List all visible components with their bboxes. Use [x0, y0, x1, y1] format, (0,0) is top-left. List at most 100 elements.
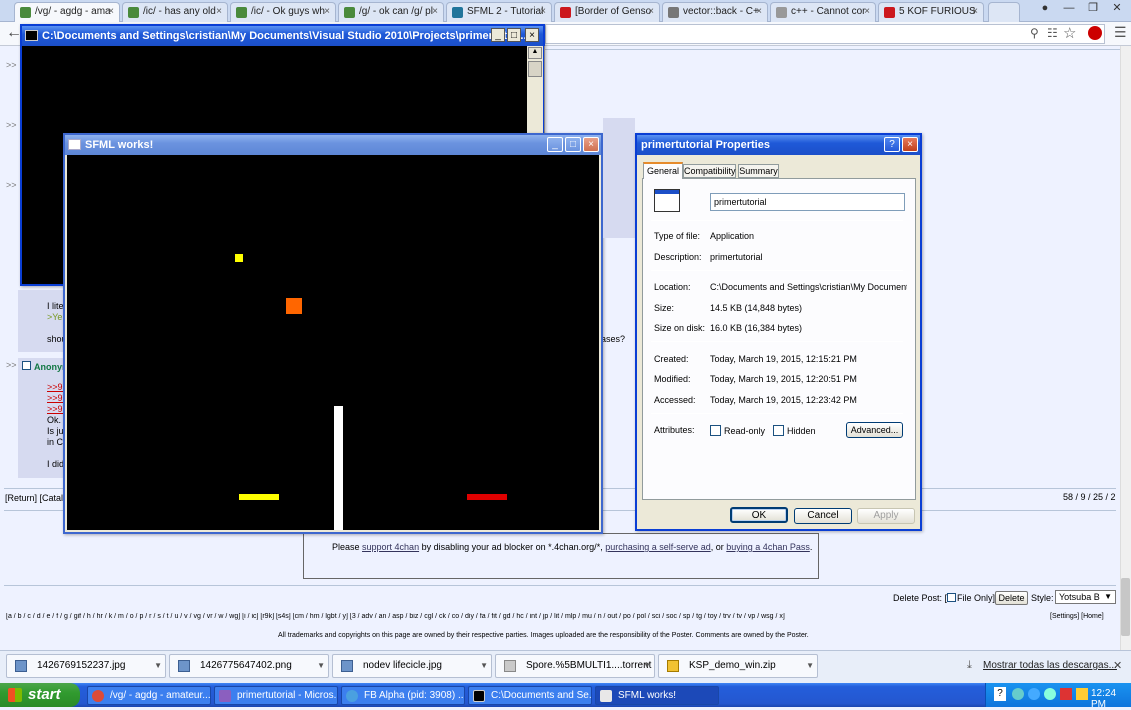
- chevron-down-icon[interactable]: ▼: [643, 655, 651, 677]
- antivirus-icon[interactable]: [1060, 688, 1072, 700]
- show-all-downloads-link[interactable]: Mostrar todas las descargas...: [983, 660, 1117, 671]
- translate-icon[interactable]: ☷: [1047, 26, 1058, 40]
- close-tab-icon[interactable]: ×: [648, 3, 654, 21]
- download-item[interactable]: 1426769152237.jpg ▼: [6, 654, 166, 678]
- chevron-down-icon[interactable]: ▼: [480, 655, 488, 677]
- search-icon[interactable]: ⚲: [1030, 26, 1039, 40]
- window-icon: [600, 690, 612, 702]
- size-on-disk-value: 16.0 KB (16,384 bytes): [710, 323, 803, 333]
- taskbar-item-chrome[interactable]: /vg/ - agdg - amateur...: [87, 686, 211, 705]
- delete-button[interactable]: Delete: [995, 591, 1028, 605]
- settings-home-links[interactable]: [Settings] [Home]: [1050, 613, 1104, 620]
- sfml-window[interactable]: SFML works! _ □ ×: [63, 133, 603, 534]
- chevron-down-icon[interactable]: ▼: [154, 655, 162, 677]
- file-only-checkbox[interactable]: [947, 593, 956, 602]
- close-tab-icon[interactable]: ×: [864, 3, 870, 21]
- taskbar-item-visual-studio[interactable]: primertutorial - Micros...: [214, 686, 338, 705]
- profile-icon[interactable]: ●: [1034, 0, 1056, 16]
- close-icon[interactable]: ×: [525, 28, 539, 42]
- close-icon[interactable]: ×: [583, 137, 599, 152]
- close-tab-icon[interactable]: ×: [216, 3, 222, 21]
- close-tab-icon[interactable]: ×: [540, 3, 546, 21]
- game-canvas[interactable]: [67, 155, 599, 530]
- file-name-input[interactable]: primertutorial: [710, 193, 905, 211]
- download-item[interactable]: nodev lifecicle.jpg ▼: [332, 654, 492, 678]
- board-list[interactable]: [a / b / c / d / e / f / g / gif / h / h…: [6, 613, 936, 620]
- post-text: ases?: [601, 334, 626, 344]
- console-scroll-thumb[interactable]: [528, 61, 542, 77]
- scroll-up-icon[interactable]: ▲: [528, 47, 542, 59]
- close-tab-icon[interactable]: ×: [108, 3, 114, 21]
- taskbar-item-sfml[interactable]: SFML works!: [595, 686, 719, 705]
- tab-g-ok-can[interactable]: /g/ - ok can /g/ pl ×: [338, 2, 444, 22]
- close-tab-icon[interactable]: ×: [324, 3, 330, 21]
- download-item[interactable]: KSP_demo_win.zip ▼: [658, 654, 818, 678]
- tab-border-of-genso[interactable]: [Border of Genso ×: [554, 2, 660, 22]
- minimize-icon[interactable]: _: [491, 28, 505, 42]
- tab-ic-old[interactable]: /ic/ - has any old ×: [122, 2, 228, 22]
- tab-cpp-cannot[interactable]: c++ - Cannot cor ×: [770, 2, 876, 22]
- extension-icon[interactable]: [1088, 26, 1102, 40]
- modified-label: Modified:: [654, 374, 691, 384]
- taskbar-item-console[interactable]: C:\Documents and Se...: [468, 686, 592, 705]
- advanced-button[interactable]: Advanced...: [846, 422, 903, 438]
- network-icon[interactable]: [1012, 688, 1024, 700]
- chevron-down-icon[interactable]: ▼: [806, 655, 814, 677]
- close-tab-icon[interactable]: ×: [432, 3, 438, 21]
- cancel-button[interactable]: Cancel: [794, 508, 852, 524]
- tab-vector-back[interactable]: vector::back - C+ ×: [662, 2, 768, 22]
- download-item[interactable]: Spore.%5BMULTI1....torrent ▼: [495, 654, 655, 678]
- tab-summary[interactable]: Summary: [738, 164, 779, 178]
- zip-file-icon: [667, 660, 679, 672]
- properties-dialog[interactable]: primertutorial Properties ? × General Co…: [635, 133, 922, 531]
- help-icon[interactable]: ?: [884, 137, 900, 152]
- hidden-label: Hidden: [787, 426, 816, 436]
- bluetooth-icon[interactable]: [1028, 688, 1040, 700]
- minimize-icon[interactable]: _: [547, 137, 563, 152]
- support-link[interactable]: support 4chan: [362, 542, 419, 552]
- close-window-icon[interactable]: ✕: [1106, 0, 1128, 16]
- close-downloads-icon[interactable]: ✕: [1113, 659, 1122, 672]
- style-select[interactable]: Yotsuba B ▼: [1055, 590, 1116, 604]
- properties-titlebar[interactable]: primertutorial Properties: [637, 135, 920, 155]
- address-bar[interactable]: [545, 24, 1105, 44]
- tab-kof-furious[interactable]: 5 KOF FURIOUS ×: [878, 2, 984, 22]
- new-tab-button[interactable]: [988, 2, 1020, 22]
- page-scrollbar[interactable]: [1120, 46, 1131, 650]
- chevron-down-icon[interactable]: ▼: [317, 655, 325, 677]
- orange-ball: [286, 298, 302, 314]
- maximize-icon[interactable]: □: [565, 137, 581, 152]
- tab-compatibility[interactable]: Compatibility: [683, 164, 736, 178]
- volume-icon[interactable]: [1076, 688, 1088, 700]
- apply-button[interactable]: Apply: [857, 508, 915, 524]
- close-tab-icon[interactable]: ×: [756, 3, 762, 21]
- minimize-icon[interactable]: —: [1058, 0, 1080, 16]
- tab-ic-ok-guys[interactable]: /ic/ - Ok guys wh ×: [230, 2, 336, 22]
- sfml-title: SFML works!: [85, 139, 154, 151]
- cplusplus-icon: [668, 7, 679, 18]
- close-tab-icon[interactable]: ×: [972, 3, 978, 21]
- hidden-checkbox[interactable]: [773, 425, 784, 436]
- restore-icon[interactable]: ❐: [1082, 0, 1104, 16]
- help-icon[interactable]: ?: [994, 687, 1006, 701]
- tab-general[interactable]: General: [643, 162, 683, 179]
- pass-link[interactable]: buying a 4chan Pass: [726, 542, 810, 552]
- tab-sfml-tutorial[interactable]: SFML 2 - Tutorial ×: [446, 2, 552, 22]
- close-icon[interactable]: ×: [902, 137, 918, 152]
- readonly-checkbox[interactable]: [710, 425, 721, 436]
- bookmark-star-icon[interactable]: ☆: [1063, 24, 1076, 42]
- console-titlebar[interactable]: C:\Documents and Settings\cristian\My Do…: [22, 26, 543, 46]
- sync-icon[interactable]: [1044, 688, 1056, 700]
- ok-button[interactable]: OK: [730, 507, 788, 523]
- menu-icon[interactable]: ☰: [1114, 24, 1127, 41]
- return-catalog-link[interactable]: [Return] [Catalo: [5, 493, 68, 503]
- start-button[interactable]: start: [0, 683, 80, 707]
- post-checkbox[interactable]: [22, 361, 31, 370]
- page-scrollbar-thumb[interactable]: [1121, 578, 1130, 636]
- self-serve-ad-link[interactable]: purchasing a self-serve ad: [605, 542, 711, 552]
- taskbar-item-fb-alpha[interactable]: FB Alpha (pid: 3908) ...: [341, 686, 465, 705]
- download-item[interactable]: 1426775647402.png ▼: [169, 654, 329, 678]
- tab-vg-agdg[interactable]: /vg/ - agdg - ama ×: [14, 2, 120, 22]
- sfml-titlebar[interactable]: SFML works!: [65, 135, 601, 155]
- maximize-icon[interactable]: □: [507, 28, 521, 42]
